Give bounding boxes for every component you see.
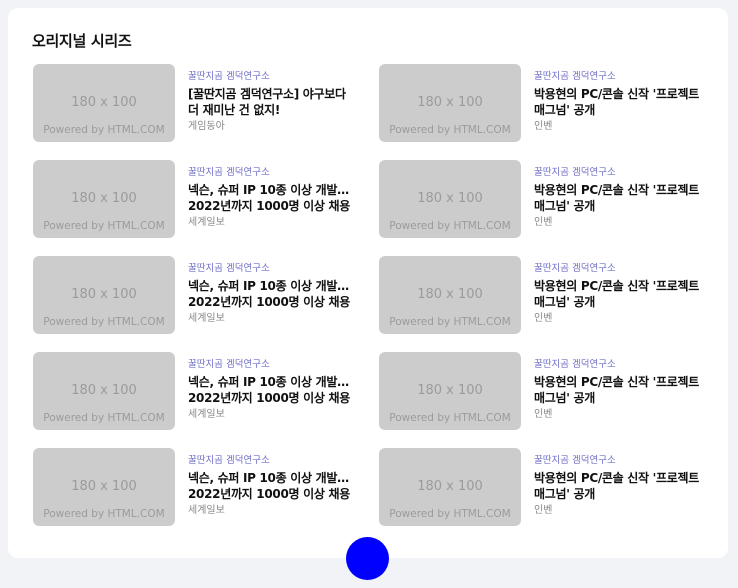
article-source: 게임동아 xyxy=(188,121,225,132)
thumbnail-size-label: 180 x 100 xyxy=(417,479,483,494)
article-title[interactable]: 박용현의 PC/콘솔 신작 '프로젝트 매그넘' 공개 xyxy=(534,278,703,310)
article-text: 꿀딴지곰 겜덕연구소 박용현의 PC/콘솔 신작 '프로젝트 매그넘' 공개 인… xyxy=(534,64,703,133)
article-source: 인벤 xyxy=(534,217,553,228)
article-thumbnail[interactable]: 180 x 100 Powered by HTML.COM xyxy=(33,352,175,430)
thumbnail-credit-label: Powered by HTML.COM xyxy=(389,412,511,424)
article-item[interactable]: 180 x 100 Powered by HTML.COM 꿀딴지곰 겜덕연구소… xyxy=(33,160,379,256)
article-title[interactable]: 박용현의 PC/콘솔 신작 '프로젝트 매그넘' 공개 xyxy=(534,182,703,214)
article-text: 꿀딴지곰 겜덕연구소 박용현의 PC/콘솔 신작 '프로젝트 매그넘' 공개 인… xyxy=(534,448,703,517)
thumbnail-credit-label: Powered by HTML.COM xyxy=(43,508,165,520)
article-source: 인벤 xyxy=(534,409,553,420)
article-category[interactable]: 꿀딴지곰 겜덕연구소 xyxy=(188,71,358,83)
article-item[interactable]: 180 x 100 Powered by HTML.COM 꿀딴지곰 겜덕연구소… xyxy=(379,352,703,448)
article-grid: 180 x 100 Powered by HTML.COM 꿀딴지곰 겜덕연구소… xyxy=(33,64,703,544)
thumbnail-size-label: 180 x 100 xyxy=(71,287,137,302)
article-title[interactable]: 넥슨, 슈퍼 IP 10종 이상 개발… 2022년까지 1000명 이상 채용 xyxy=(188,182,358,214)
article-text: 꿀딴지곰 겜덕연구소 넥슨, 슈퍼 IP 10종 이상 개발… 2022년까지 … xyxy=(188,160,358,229)
thumbnail-credit-label: Powered by HTML.COM xyxy=(43,316,165,328)
article-thumbnail[interactable]: 180 x 100 Powered by HTML.COM xyxy=(379,160,521,238)
thumbnail-size-label: 180 x 100 xyxy=(71,191,137,206)
article-item[interactable]: 180 x 100 Powered by HTML.COM 꿀딴지곰 겜덕연구소… xyxy=(33,448,379,544)
article-category[interactable]: 꿀딴지곰 겜덕연구소 xyxy=(534,263,703,275)
article-thumbnail[interactable]: 180 x 100 Powered by HTML.COM xyxy=(33,64,175,142)
article-title[interactable]: 넥슨, 슈퍼 IP 10종 이상 개발… 2022년까지 1000명 이상 채용 xyxy=(188,470,358,502)
article-thumbnail[interactable]: 180 x 100 Powered by HTML.COM xyxy=(33,160,175,238)
article-source: 세계일보 xyxy=(188,505,225,516)
article-thumbnail[interactable]: 180 x 100 Powered by HTML.COM xyxy=(379,64,521,142)
article-category[interactable]: 꿀딴지곰 겜덕연구소 xyxy=(534,71,703,83)
article-title[interactable]: 박용현의 PC/콘솔 신작 '프로젝트 매그넘' 공개 xyxy=(534,470,703,502)
article-text: 꿀딴지곰 겜덕연구소 넥슨, 슈퍼 IP 10종 이상 개발… 2022년까지 … xyxy=(188,256,358,325)
article-text: 꿀딴지곰 겜덕연구소 넥슨, 슈퍼 IP 10종 이상 개발… 2022년까지 … xyxy=(188,352,358,421)
article-source: 세계일보 xyxy=(188,313,225,324)
article-source: 인벤 xyxy=(534,313,553,324)
article-text: 꿀딴지곰 겜덕연구소 넥슨, 슈퍼 IP 10종 이상 개발… 2022년까지 … xyxy=(188,448,358,517)
article-text: 꿀딴지곰 겜덕연구소 박용현의 PC/콘솔 신작 '프로젝트 매그넘' 공개 인… xyxy=(534,352,703,421)
article-text: 꿀딴지곰 겜덕연구소 박용현의 PC/콘솔 신작 '프로젝트 매그넘' 공개 인… xyxy=(534,256,703,325)
thumbnail-size-label: 180 x 100 xyxy=(417,191,483,206)
article-title[interactable]: 박용현의 PC/콘솔 신작 '프로젝트 매그넘' 공개 xyxy=(534,86,703,118)
thumbnail-size-label: 180 x 100 xyxy=(417,383,483,398)
article-title[interactable]: 넥슨, 슈퍼 IP 10종 이상 개발… 2022년까지 1000명 이상 채용 xyxy=(188,278,358,310)
thumbnail-size-label: 180 x 100 xyxy=(417,287,483,302)
article-title[interactable]: [꿀딴지곰 겜덕연구소] 야구보다 더 재미난 건 없지! xyxy=(188,86,358,118)
thumbnail-credit-label: Powered by HTML.COM xyxy=(43,412,165,424)
article-item[interactable]: 180 x 100 Powered by HTML.COM 꿀딴지곰 겜덕연구소… xyxy=(379,256,703,352)
thumbnail-credit-label: Powered by HTML.COM xyxy=(389,316,511,328)
article-title[interactable]: 넥슨, 슈퍼 IP 10종 이상 개발… 2022년까지 1000명 이상 채용 xyxy=(188,374,358,406)
article-category[interactable]: 꿀딴지곰 겜덕연구소 xyxy=(534,455,703,467)
thumbnail-credit-label: Powered by HTML.COM xyxy=(389,124,511,136)
article-item[interactable]: 180 x 100 Powered by HTML.COM 꿀딴지곰 겜덕연구소… xyxy=(379,448,703,544)
article-thumbnail[interactable]: 180 x 100 Powered by HTML.COM xyxy=(379,448,521,526)
article-item[interactable]: 180 x 100 Powered by HTML.COM 꿀딴지곰 겜덕연구소… xyxy=(33,256,379,352)
thumbnail-credit-label: Powered by HTML.COM xyxy=(389,220,511,232)
article-category[interactable]: 꿀딴지곰 겜덕연구소 xyxy=(534,359,703,371)
original-series-card: 오리지널 시리즈 180 x 100 Powered by HTML.COM 꿀… xyxy=(8,8,728,558)
article-item[interactable]: 180 x 100 Powered by HTML.COM 꿀딴지곰 겜덕연구소… xyxy=(33,352,379,448)
article-thumbnail[interactable]: 180 x 100 Powered by HTML.COM xyxy=(33,256,175,334)
article-source: 인벤 xyxy=(534,505,553,516)
article-thumbnail[interactable]: 180 x 100 Powered by HTML.COM xyxy=(33,448,175,526)
article-category[interactable]: 꿀딴지곰 겜덕연구소 xyxy=(188,167,358,179)
article-source: 인벤 xyxy=(534,121,553,132)
thumbnail-size-label: 180 x 100 xyxy=(417,95,483,110)
article-category[interactable]: 꿀딴지곰 겜덕연구소 xyxy=(188,359,358,371)
article-text: 꿀딴지곰 겜덕연구소 박용현의 PC/콘솔 신작 '프로젝트 매그넘' 공개 인… xyxy=(534,160,703,229)
article-category[interactable]: 꿀딴지곰 겜덕연구소 xyxy=(534,167,703,179)
thumbnail-credit-label: Powered by HTML.COM xyxy=(389,508,511,520)
thumbnail-size-label: 180 x 100 xyxy=(71,95,137,110)
article-thumbnail[interactable]: 180 x 100 Powered by HTML.COM xyxy=(379,352,521,430)
thumbnail-size-label: 180 x 100 xyxy=(71,479,137,494)
article-thumbnail[interactable]: 180 x 100 Powered by HTML.COM xyxy=(379,256,521,334)
thumbnail-credit-label: Powered by HTML.COM xyxy=(43,220,165,232)
floating-action-button[interactable] xyxy=(346,537,389,580)
article-item[interactable]: 180 x 100 Powered by HTML.COM 꿀딴지곰 겜덕연구소… xyxy=(379,64,703,160)
section-title: 오리지널 시리즈 xyxy=(32,32,132,50)
article-item[interactable]: 180 x 100 Powered by HTML.COM 꿀딴지곰 겜덕연구소… xyxy=(379,160,703,256)
article-source: 세계일보 xyxy=(188,217,225,228)
article-category[interactable]: 꿀딴지곰 겜덕연구소 xyxy=(188,263,358,275)
article-title[interactable]: 박용현의 PC/콘솔 신작 '프로젝트 매그넘' 공개 xyxy=(534,374,703,406)
article-text: 꿀딴지곰 겜덕연구소 [꿀딴지곰 겜덕연구소] 야구보다 더 재미난 건 없지!… xyxy=(188,64,358,133)
thumbnail-credit-label: Powered by HTML.COM xyxy=(43,124,165,136)
article-category[interactable]: 꿀딴지곰 겜덕연구소 xyxy=(188,455,358,467)
article-source: 세계일보 xyxy=(188,409,225,420)
thumbnail-size-label: 180 x 100 xyxy=(71,383,137,398)
article-item[interactable]: 180 x 100 Powered by HTML.COM 꿀딴지곰 겜덕연구소… xyxy=(33,64,379,160)
